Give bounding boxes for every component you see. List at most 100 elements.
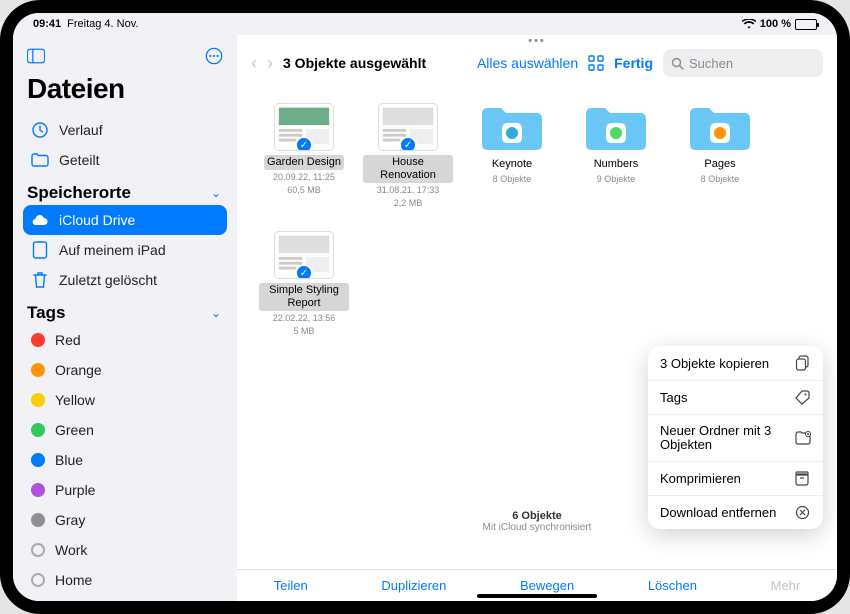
sidebar-item-label: Orange — [55, 362, 102, 378]
item-meta: 8 Objekte — [701, 173, 740, 185]
done-button[interactable]: Fertig — [614, 55, 653, 71]
folder-item[interactable]: Pages8 Objekte — [675, 103, 765, 209]
item-meta: 31.08.21, 17:33 — [377, 184, 440, 196]
folder-icon — [688, 103, 752, 153]
main-panel: ••• ‹ › 3 Objekte ausgewählt Alles auswä… — [237, 35, 837, 601]
tag-dot-icon — [31, 363, 45, 377]
sidebar-item-label: Work — [55, 542, 87, 558]
multitask-dots[interactable]: ••• — [237, 35, 837, 45]
trash-icon — [31, 271, 49, 289]
file-item[interactable]: ✓ Simple Styling Report22.02.22, 13:565 M… — [259, 231, 349, 337]
new-folder-icon — [795, 431, 811, 445]
sidebar-tag-green[interactable]: Green — [23, 415, 227, 445]
sidebar-item-label: iCloud Drive — [59, 212, 135, 228]
sidebar-item-label: Verlauf — [59, 122, 103, 138]
document-thumbnail: ✓ — [274, 103, 334, 151]
forward-icon[interactable]: › — [267, 53, 273, 74]
search-icon — [671, 57, 684, 70]
sidebar-section-locations[interactable]: Speicherorte ⌄ — [23, 175, 227, 205]
clock-icon — [31, 121, 49, 139]
sidebar-item-icloud[interactable]: iCloud Drive — [23, 205, 227, 235]
menu-new-folder[interactable]: Neuer Ordner mit 3 Objekten — [648, 415, 823, 462]
item-name: Numbers — [591, 157, 642, 172]
sidebar-tag-red[interactable]: Red — [23, 325, 227, 355]
folder-item[interactable]: Keynote8 Objekte — [467, 103, 557, 209]
item-meta: 8 Objekte — [493, 173, 532, 185]
select-all-button[interactable]: Alles auswählen — [477, 55, 578, 71]
selection-title: 3 Objekte ausgewählt — [283, 55, 426, 71]
ipad-icon — [31, 241, 49, 259]
tag-dot-icon — [31, 333, 45, 347]
context-menu: 3 Objekte kopieren Tags Neuer Ordner mit… — [648, 346, 823, 529]
folder-icon — [480, 103, 544, 153]
sidebar-item-label: Blue — [55, 452, 83, 468]
sidebar-item-label: Red — [55, 332, 81, 348]
sidebar-title: Dateien — [27, 73, 227, 105]
sidebar-item-trash[interactable]: Zuletzt gelöscht — [23, 265, 227, 295]
selected-check-icon: ✓ — [295, 136, 313, 151]
tag-dot-icon — [31, 453, 45, 467]
menu-tags[interactable]: Tags — [648, 381, 823, 415]
chevron-down-icon: ⌄ — [211, 186, 221, 200]
item-name: Simple Styling Report — [259, 283, 349, 311]
status-date: Freitag 4. Nov. — [67, 18, 138, 30]
sidebar-tag-home[interactable]: Home — [23, 565, 227, 595]
tag-dot-icon — [31, 573, 45, 587]
status-time: 09:41 — [33, 18, 61, 30]
sidebar-toggle-icon[interactable] — [27, 47, 45, 65]
menu-remove-download[interactable]: Download entfernen — [648, 496, 823, 529]
selected-check-icon: ✓ — [295, 264, 313, 279]
view-grid-icon[interactable] — [588, 55, 604, 71]
cloud-icon — [31, 211, 49, 229]
tag-dot-icon — [31, 513, 45, 527]
toolbar-share[interactable]: Teilen — [274, 578, 308, 593]
document-thumbnail: ✓ — [378, 103, 438, 151]
sidebar-item-recent[interactable]: Verlauf — [23, 115, 227, 145]
sidebar-tag-yellow[interactable]: Yellow — [23, 385, 227, 415]
sidebar-item-label: Yellow — [55, 392, 95, 408]
toolbar-delete[interactable]: Löschen — [648, 578, 697, 593]
item-meta: 5 MB — [293, 325, 314, 337]
sidebar-tag-blue[interactable]: Blue — [23, 445, 227, 475]
battery-icon — [795, 19, 817, 30]
item-name: Pages — [701, 157, 738, 172]
item-name: Garden Design — [264, 155, 344, 170]
battery-percent: 100 % — [760, 18, 791, 30]
toolbar-move[interactable]: Bewegen — [520, 578, 574, 593]
sidebar-item-label: Purple — [55, 482, 95, 498]
item-meta: 20.09.22, 11:25 — [273, 171, 335, 183]
item-meta: 2,2 MB — [394, 197, 423, 209]
more-icon[interactable] — [205, 47, 223, 65]
document-thumbnail: ✓ — [274, 231, 334, 279]
sidebar-item-oniPad[interactable]: Auf meinem iPad — [23, 235, 227, 265]
file-item[interactable]: ✓ Garden Design20.09.22, 11:2560,5 MB — [259, 103, 349, 209]
sidebar-item-label: Green — [55, 422, 94, 438]
toolbar-more[interactable]: Mehr — [771, 578, 801, 593]
folder-item[interactable]: Numbers9 Objekte — [571, 103, 661, 209]
sidebar-item-label: Zuletzt gelöscht — [59, 272, 157, 288]
file-item[interactable]: ✓House Renovation31.08.21, 17:332,2 MB — [363, 103, 453, 209]
sidebar-item-shared[interactable]: Geteilt — [23, 145, 227, 175]
shared-folder-icon — [31, 151, 49, 169]
item-meta: 9 Objekte — [597, 173, 636, 185]
toolbar-duplicate[interactable]: Duplizieren — [381, 578, 446, 593]
search-input[interactable]: Suchen — [663, 49, 823, 77]
topbar: ‹ › 3 Objekte ausgewählt Alles auswählen… — [237, 45, 837, 83]
sidebar-tag-work[interactable]: Work — [23, 535, 227, 565]
archive-icon — [795, 471, 811, 486]
menu-copy[interactable]: 3 Objekte kopieren — [648, 346, 823, 381]
sidebar-section-tags[interactable]: Tags ⌄ — [23, 295, 227, 325]
file-grid: ✓ Garden Design20.09.22, 11:2560,5 MB ✓Hou… — [259, 103, 815, 337]
status-bar: 09:41 Freitag 4. Nov. 100 % — [13, 13, 837, 35]
sidebar-item-label: Geteilt — [59, 152, 99, 168]
item-meta: 60,5 MB — [287, 184, 321, 196]
tag-dot-icon — [31, 543, 45, 557]
sidebar-tag-purple[interactable]: Purple — [23, 475, 227, 505]
home-indicator[interactable] — [477, 594, 597, 598]
sidebar: Dateien Verlauf Geteilt Speicherorte ⌄ i… — [13, 35, 237, 601]
sidebar-tag-gray[interactable]: Gray — [23, 505, 227, 535]
sidebar-tag-orange[interactable]: Orange — [23, 355, 227, 385]
menu-compress[interactable]: Komprimieren — [648, 462, 823, 496]
back-icon[interactable]: ‹ — [251, 53, 257, 74]
item-meta: 22.02.22, 13:56 — [273, 312, 336, 324]
